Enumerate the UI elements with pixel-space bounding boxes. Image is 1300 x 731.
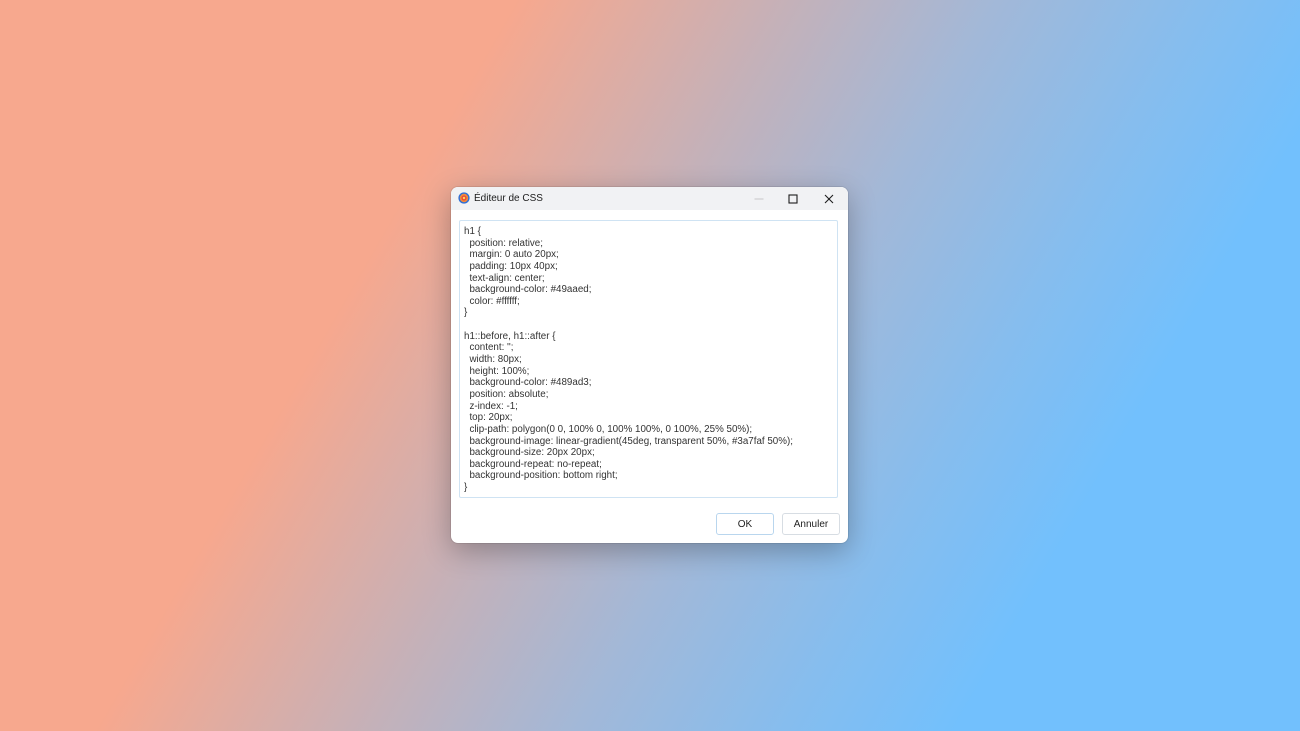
code-line: content: ''; [464,342,514,354]
title-bar[interactable]: Éditeur de CSS [451,187,848,210]
code-line: margin: 0 auto 20px; [464,249,559,261]
code-line: top: 20px; [464,412,513,424]
minimize-button[interactable] [742,187,776,210]
close-button[interactable] [812,187,846,210]
code-lines: h1 { position: relative; margin: 0 auto … [464,226,793,494]
code-line: h1 { [464,226,481,237]
app-logo-icon [458,192,470,204]
close-icon [824,194,834,203]
minimize-icon [754,198,764,199]
code-line: clip-path: polygon(0 0, 100% 0, 100% 100… [464,423,753,435]
ok-button[interactable]: OK [716,513,774,535]
code-line: position: absolute; [464,388,549,400]
code-line: background-image: linear-gradient(45deg,… [464,435,793,447]
css-editor-dialog: Éditeur de CSS h1 { position: relative; … [451,187,848,543]
code-line: background-color: #489ad3; [464,377,592,389]
code-line: } [464,482,468,494]
cancel-button[interactable]: Annuler [782,513,840,535]
maximize-button[interactable] [776,187,810,210]
code-line: padding: 10px 40px; [464,260,558,272]
code-line: color: #ffffff; [464,295,520,307]
css-code-editor[interactable]: h1 { position: relative; margin: 0 auto … [459,220,838,498]
maximize-icon [788,193,798,204]
code-line: text-align: center; [464,272,545,284]
code-line: width: 80px; [464,354,522,366]
window-title: Éditeur de CSS [474,193,543,204]
code-line: background-color: #49aaed; [464,284,592,296]
code-line: background-repeat: no-repeat; [464,458,602,470]
code-line: background-size: 20px 20px; [464,447,595,459]
code-line: height: 100%; [464,365,530,377]
code-line: z-index: -1; [464,400,518,412]
code-line: position: relative; [464,237,543,249]
code-line: background-position: bottom right; [464,470,618,482]
code-line: } [464,307,468,319]
code-line: h1::before, h1::after { [464,330,556,342]
